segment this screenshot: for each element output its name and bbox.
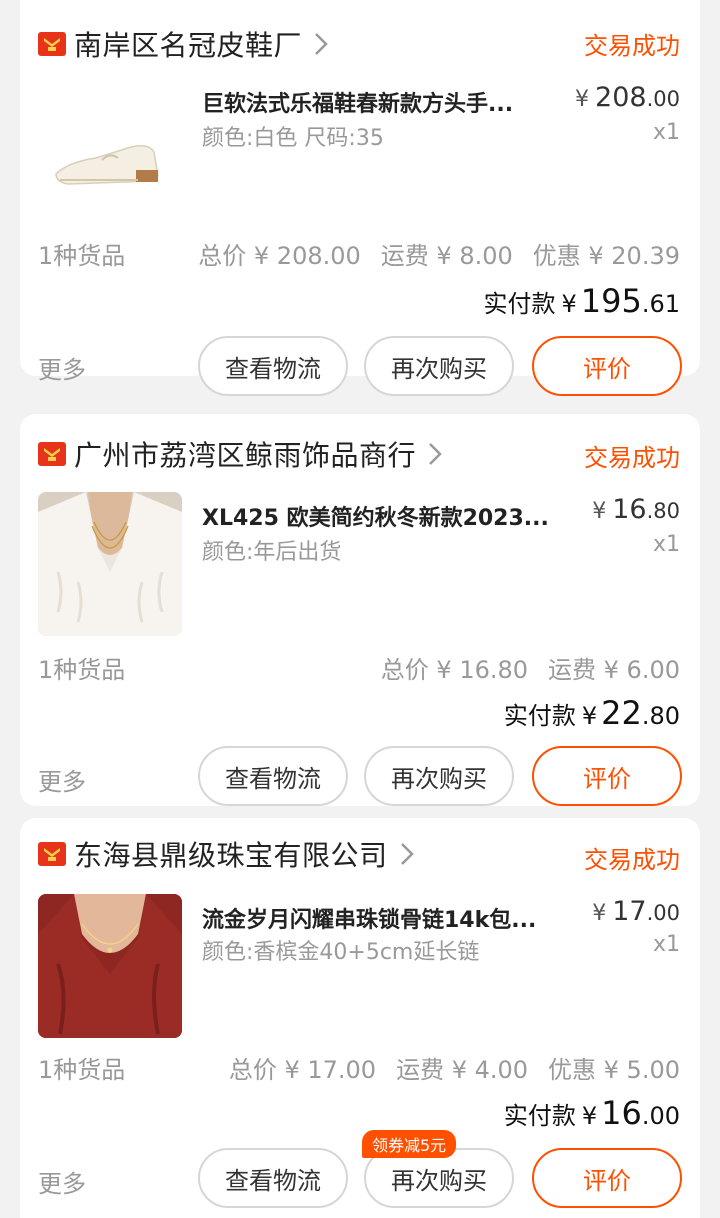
product-image[interactable] [38,492,182,636]
item-count: 1种货品 [38,656,126,684]
review-button[interactable]: 评价 [532,746,682,806]
buy-again-button[interactable]: 再次购买 [364,746,514,806]
item-count: 1种货品 [38,242,126,270]
chevron-right-icon [314,32,328,56]
chevron-right-icon [428,442,442,466]
paid-decimal: .00 [641,1102,680,1130]
shop-logo-icon [38,842,66,866]
shipping-fee: 运费 ¥ 6.00 [548,656,680,684]
more-button[interactable]: 更多 [38,350,86,385]
product-price: ¥16.80 [592,494,680,525]
currency-symbol: ¥ [581,1102,598,1130]
shop-link[interactable]: 广州市荔湾区鲸雨饰品商行 [38,434,442,474]
currency-symbol: ¥ [561,290,577,318]
shop-name: 广州市荔湾区鲸雨饰品商行 [74,439,417,472]
product-quantity: x1 [652,532,680,557]
chevron-right-icon [400,842,414,866]
total-price: 总价 ¥ 17.00 [228,1056,377,1084]
product-price: ¥17.00 [592,896,680,927]
currency-symbol: ¥ [592,499,607,524]
total-price: 总价 ¥ 208.00 [198,242,361,270]
order-status: 交易成功 [584,444,680,472]
order-status: 交易成功 [584,846,680,874]
price-integer: 208 [595,82,647,113]
currency-symbol: ¥ [592,901,607,926]
order-status: 交易成功 [584,32,680,60]
product-price: ¥208.00 [575,82,680,113]
product-image[interactable] [38,894,182,1038]
view-logistics-button[interactable]: 查看物流 [198,746,348,806]
product-quantity: x1 [652,120,680,145]
price-integer: 17 [612,896,647,927]
paid-label: 实付款 [503,702,576,730]
paid-integer: 22 [601,694,642,732]
shipping-fee: 运费 ¥ 4.00 [396,1056,529,1084]
item-count: 1种货品 [38,1056,126,1084]
currency-symbol: ¥ [581,702,598,730]
product-image[interactable] [38,82,182,226]
order-card: 南岸区名冠皮鞋厂 交易成功 巨软法式乐福鞋春新款方头手... 颜色:白色 尺码:… [20,0,700,396]
order-card: 东海县鼎级珠宝有限公司 交易成功 流金岁月闪耀串珠锁骨链14k包... 颜色:香… [20,818,700,1218]
paid-integer: 16 [601,1094,642,1132]
review-button[interactable]: 评价 [532,1148,682,1208]
paid-decimal: .61 [641,290,680,318]
product-title[interactable]: 流金岁月闪耀串珠锁骨链14k包... [202,902,562,934]
paid-amount: 实付款 ¥22.80 [504,694,680,732]
buy-again-button[interactable]: 再次购买 [364,336,514,396]
shop-name: 东海县鼎级珠宝有限公司 [74,839,388,872]
paid-label: 实付款 [503,1102,576,1130]
shop-link[interactable]: 东海县鼎级珠宝有限公司 [38,834,414,874]
total-price: 总价 ¥ 16.80 [380,656,529,684]
product-title[interactable]: 巨软法式乐福鞋春新款方头手... [202,86,562,118]
paid-label: 实付款 [483,290,556,318]
product-spec: 颜色:年后出货 [202,540,342,565]
more-button[interactable]: 更多 [38,762,86,797]
paid-decimal: .80 [641,702,680,730]
shipping-fee: 运费 ¥ 8.00 [380,242,513,270]
paid-integer: 195 [580,282,642,320]
review-button[interactable]: 评价 [532,336,682,396]
coupon-badge: 领券减5元 [362,1130,457,1158]
shop-logo-icon [38,32,66,56]
currency-symbol: ¥ [575,87,590,112]
price-integer: 16 [612,494,647,525]
product-quantity: x1 [652,932,680,957]
product-title[interactable]: XL425 欧美简约秋冬新款2023... [202,500,562,532]
price-summary: 总价 ¥ 17.00 运费 ¥ 4.00 优惠 ¥ 5.00 [229,1050,680,1085]
shop-link[interactable]: 南岸区名冠皮鞋厂 [38,24,328,64]
price-summary: 总价 ¥ 16.80 运费 ¥ 6.00 [381,650,680,685]
more-button[interactable]: 更多 [38,1164,86,1199]
paid-amount: 实付款 ¥195.61 [483,282,680,320]
price-summary: 总价 ¥ 208.00 运费 ¥ 8.00 优惠 ¥ 20.39 [198,236,680,271]
view-logistics-button[interactable]: 查看物流 [198,336,348,396]
price-decimal: .00 [646,87,680,111]
paid-amount: 实付款 ¥16.00 [504,1094,680,1132]
price-decimal: .80 [646,499,680,523]
price-decimal: .00 [646,901,680,925]
order-card: 广州市荔湾区鲸雨饰品商行 交易成功 XL425 欧美简约秋冬新款2023... … [20,414,700,806]
discount: 优惠 ¥ 5.00 [548,1056,680,1084]
view-logistics-button[interactable]: 查看物流 [198,1148,348,1208]
shop-name: 南岸区名冠皮鞋厂 [74,29,303,62]
product-spec: 颜色:香槟金40+5cm延长链 [202,940,480,965]
shop-logo-icon [38,442,66,466]
discount: 优惠 ¥ 20.39 [532,242,680,270]
product-spec: 颜色:白色 尺码:35 [202,126,384,151]
